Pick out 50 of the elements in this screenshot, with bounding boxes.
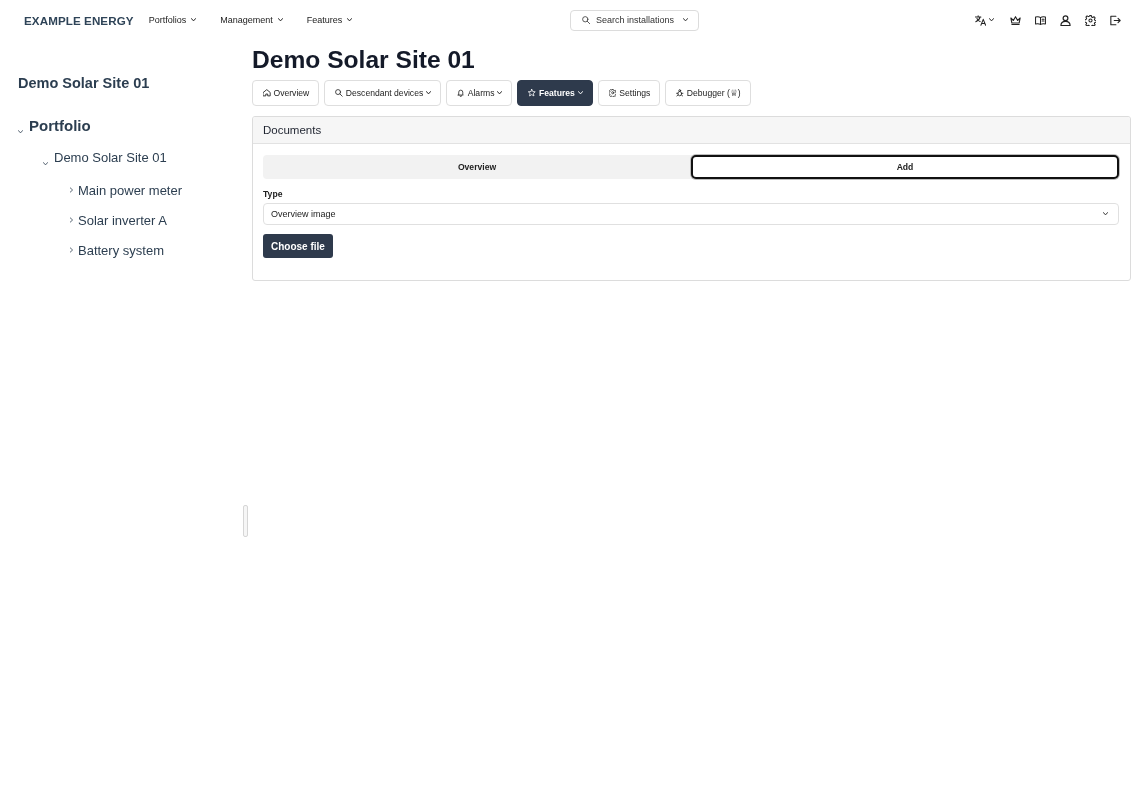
panel-title: Documents <box>263 124 322 136</box>
tab[interactable]: Debugger (♕) <box>665 80 751 106</box>
chevron-down-icon <box>1103 212 1108 216</box>
language-menu-button[interactable] <box>975 14 994 26</box>
chevron-down-icon[interactable] <box>18 129 23 133</box>
tree-item[interactable]: Solar inverter A <box>78 212 167 228</box>
chevron-down-icon <box>683 18 688 22</box>
tree-item[interactable]: Demo Solar Site 01 <box>54 149 167 165</box>
chevron-down-icon <box>347 18 353 22</box>
tab[interactable]: Overview <box>252 80 320 106</box>
tree-item[interactable]: Battery system <box>78 242 164 258</box>
sidebar-title: Demo Solar Site 01 <box>17 74 151 93</box>
tab[interactable]: Features <box>517 80 593 106</box>
tree-item[interactable]: Portfolio <box>29 116 91 134</box>
field-label: Type <box>263 188 283 200</box>
segment-tab[interactable]: Overview <box>263 155 691 179</box>
tab[interactable]: Settings <box>597 80 661 106</box>
nav-menu[interactable]: Portfolios <box>148 15 197 25</box>
bell-icon <box>457 89 465 97</box>
choose-file-button[interactable]: Choose file <box>263 234 333 258</box>
chevron-down-icon <box>989 18 994 22</box>
chevron-down-icon <box>191 18 197 22</box>
chevron-down-icon <box>497 91 503 95</box>
search-installations-button[interactable]: Search installations <box>570 9 699 31</box>
chevron-down-icon <box>426 91 432 95</box>
logo[interactable]: EXAMPLE ENERGY <box>24 13 134 27</box>
crown-icon[interactable] <box>1010 14 1021 26</box>
resize-handle[interactable] <box>243 505 248 537</box>
settings-icon[interactable] <box>1085 14 1096 26</box>
gear-icon <box>608 89 617 97</box>
user-icon[interactable] <box>1060 14 1071 26</box>
bug-icon <box>676 89 684 97</box>
logout-icon[interactable] <box>1110 14 1121 26</box>
page-title: Demo Solar Site 01 <box>252 45 476 75</box>
tab[interactable]: Alarms <box>446 80 513 106</box>
segment-tab[interactable]: Add <box>691 155 1119 179</box>
home-icon <box>263 89 271 97</box>
type-select[interactable]: Overview image <box>263 203 1119 225</box>
nav-menu[interactable]: Features <box>306 15 353 25</box>
star-icon <box>528 89 536 97</box>
tree-item[interactable]: Main power meter <box>78 182 183 198</box>
search-icon <box>582 16 590 24</box>
translate-icon <box>975 14 986 26</box>
nav-menu[interactable]: Management <box>220 15 283 25</box>
search-icon <box>335 89 343 97</box>
chevron-down-icon <box>277 18 283 22</box>
chevron-down-icon[interactable] <box>43 161 48 165</box>
book-icon[interactable] <box>1035 14 1046 26</box>
tab[interactable]: Descendant devices <box>324 80 442 106</box>
chevron-down-icon <box>577 91 583 95</box>
